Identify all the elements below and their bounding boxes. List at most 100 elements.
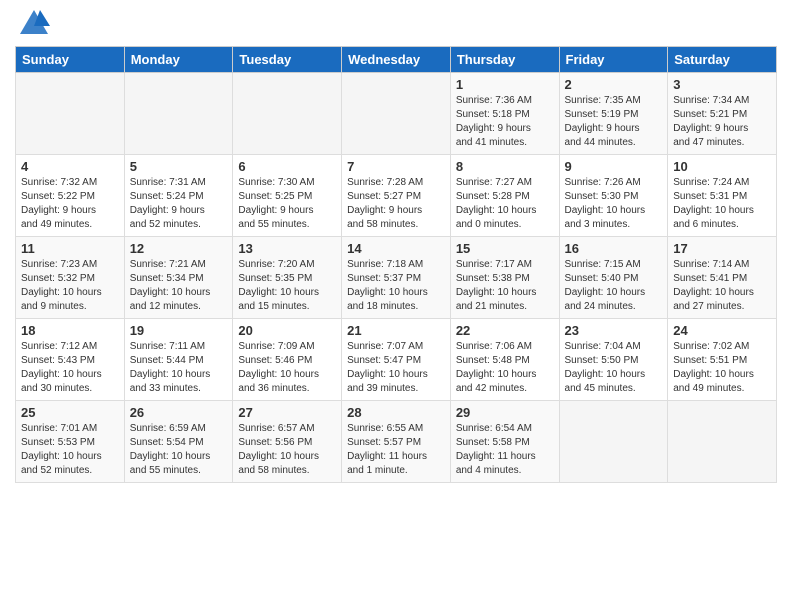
- day-info: Sunrise: 7:27 AM Sunset: 5:28 PM Dayligh…: [456, 176, 554, 232]
- day-number: 5: [130, 159, 228, 174]
- day-info: Sunrise: 7:04 AM Sunset: 5:50 PM Dayligh…: [565, 340, 663, 396]
- calendar-cell: 26 Sunrise: 6:59 AM Sunset: 5:54 PM Dayli…: [124, 401, 233, 483]
- calendar-cell: 13 Sunrise: 7:20 AM Sunset: 5:35 PM Dayli…: [233, 237, 342, 319]
- day-number: 4: [21, 159, 119, 174]
- logo-icon: [18, 6, 50, 38]
- day-info: Sunrise: 7:14 AM Sunset: 5:41 PM Dayligh…: [673, 258, 771, 314]
- day-number: 10: [673, 159, 771, 174]
- day-info: Sunrise: 7:17 AM Sunset: 5:38 PM Dayligh…: [456, 258, 554, 314]
- day-number: 24: [673, 323, 771, 338]
- day-info: Sunrise: 7:18 AM Sunset: 5:37 PM Dayligh…: [347, 258, 445, 314]
- header-section: [15, 10, 777, 38]
- calendar-cell: 16 Sunrise: 7:15 AM Sunset: 5:40 PM Dayli…: [559, 237, 668, 319]
- day-number: 8: [456, 159, 554, 174]
- calendar-cell: 17 Sunrise: 7:14 AM Sunset: 5:41 PM Dayli…: [668, 237, 777, 319]
- day-info: Sunrise: 7:28 AM Sunset: 5:27 PM Dayligh…: [347, 176, 445, 232]
- calendar-table: SundayMondayTuesdayWednesdayThursdayFrid…: [15, 46, 777, 483]
- day-number: 28: [347, 405, 445, 420]
- day-header-monday: Monday: [124, 47, 233, 73]
- calendar-cell: 21 Sunrise: 7:07 AM Sunset: 5:47 PM Dayli…: [342, 319, 451, 401]
- calendar-cell: 18 Sunrise: 7:12 AM Sunset: 5:43 PM Dayli…: [16, 319, 125, 401]
- day-number: 3: [673, 77, 771, 92]
- week-row-2: 4 Sunrise: 7:32 AM Sunset: 5:22 PM Daylig…: [16, 155, 777, 237]
- day-info: Sunrise: 7:23 AM Sunset: 5:32 PM Dayligh…: [21, 258, 119, 314]
- day-info: Sunrise: 7:35 AM Sunset: 5:19 PM Dayligh…: [565, 94, 663, 150]
- day-info: Sunrise: 6:59 AM Sunset: 5:54 PM Dayligh…: [130, 422, 228, 478]
- calendar-cell: 20 Sunrise: 7:09 AM Sunset: 5:46 PM Dayli…: [233, 319, 342, 401]
- day-number: 27: [238, 405, 336, 420]
- day-info: Sunrise: 7:21 AM Sunset: 5:34 PM Dayligh…: [130, 258, 228, 314]
- day-number: 25: [21, 405, 119, 420]
- day-header-saturday: Saturday: [668, 47, 777, 73]
- day-info: Sunrise: 7:32 AM Sunset: 5:22 PM Dayligh…: [21, 176, 119, 232]
- day-number: 19: [130, 323, 228, 338]
- day-number: 7: [347, 159, 445, 174]
- calendar-cell: [16, 73, 125, 155]
- calendar-cell: 2 Sunrise: 7:35 AM Sunset: 5:19 PM Daylig…: [559, 73, 668, 155]
- day-info: Sunrise: 6:57 AM Sunset: 5:56 PM Dayligh…: [238, 422, 336, 478]
- day-info: Sunrise: 7:34 AM Sunset: 5:21 PM Dayligh…: [673, 94, 771, 150]
- day-number: 26: [130, 405, 228, 420]
- calendar-cell: 23 Sunrise: 7:04 AM Sunset: 5:50 PM Dayli…: [559, 319, 668, 401]
- day-header-wednesday: Wednesday: [342, 47, 451, 73]
- day-number: 2: [565, 77, 663, 92]
- day-info: Sunrise: 7:24 AM Sunset: 5:31 PM Dayligh…: [673, 176, 771, 232]
- calendar-cell: 19Sunrise: 7:11 AM Sunset: 5:44 PM Dayli…: [124, 319, 233, 401]
- day-number: 14: [347, 241, 445, 256]
- day-number: 12: [130, 241, 228, 256]
- day-info: Sunrise: 7:12 AM Sunset: 5:43 PM Dayligh…: [21, 340, 119, 396]
- calendar-cell: [668, 401, 777, 483]
- day-info: Sunrise: 7:31 AM Sunset: 5:24 PM Dayligh…: [130, 176, 228, 232]
- calendar-cell: 4 Sunrise: 7:32 AM Sunset: 5:22 PM Daylig…: [16, 155, 125, 237]
- calendar-cell: 15 Sunrise: 7:17 AM Sunset: 5:38 PM Dayli…: [450, 237, 559, 319]
- day-number: 13: [238, 241, 336, 256]
- calendar-cell: 8 Sunrise: 7:27 AM Sunset: 5:28 PM Daylig…: [450, 155, 559, 237]
- day-number: 20: [238, 323, 336, 338]
- calendar-cell: [124, 73, 233, 155]
- calendar-cell: [559, 401, 668, 483]
- calendar-cell: 3 Sunrise: 7:34 AM Sunset: 5:21 PM Daylig…: [668, 73, 777, 155]
- day-info: Sunrise: 7:07 AM Sunset: 5:47 PM Dayligh…: [347, 340, 445, 396]
- day-number: 17: [673, 241, 771, 256]
- day-number: 21: [347, 323, 445, 338]
- day-info: Sunrise: 7:15 AM Sunset: 5:40 PM Dayligh…: [565, 258, 663, 314]
- day-header-friday: Friday: [559, 47, 668, 73]
- day-info: Sunrise: 7:30 AM Sunset: 5:25 PM Dayligh…: [238, 176, 336, 232]
- day-info: Sunrise: 7:36 AM Sunset: 5:18 PM Dayligh…: [456, 94, 554, 150]
- day-number: 16: [565, 241, 663, 256]
- day-number: 15: [456, 241, 554, 256]
- calendar-cell: [342, 73, 451, 155]
- day-header-thursday: Thursday: [450, 47, 559, 73]
- calendar-cell: 25 Sunrise: 7:01 AM Sunset: 5:53 PM Dayli…: [16, 401, 125, 483]
- day-number: 18: [21, 323, 119, 338]
- calendar-cell: 14 Sunrise: 7:18 AM Sunset: 5:37 PM Dayli…: [342, 237, 451, 319]
- calendar-container: SundayMondayTuesdayWednesdayThursdayFrid…: [0, 0, 792, 493]
- calendar-cell: 24 Sunrise: 7:02 AM Sunset: 5:51 PM Dayli…: [668, 319, 777, 401]
- day-info: Sunrise: 7:09 AM Sunset: 5:46 PM Dayligh…: [238, 340, 336, 396]
- day-number: 9: [565, 159, 663, 174]
- day-info: Sunrise: 7:26 AM Sunset: 5:30 PM Dayligh…: [565, 176, 663, 232]
- week-row-3: 11Sunrise: 7:23 AM Sunset: 5:32 PM Dayli…: [16, 237, 777, 319]
- header-row: SundayMondayTuesdayWednesdayThursdayFrid…: [16, 47, 777, 73]
- week-row-5: 25 Sunrise: 7:01 AM Sunset: 5:53 PM Dayli…: [16, 401, 777, 483]
- day-info: Sunrise: 7:06 AM Sunset: 5:48 PM Dayligh…: [456, 340, 554, 396]
- day-info: Sunrise: 7:01 AM Sunset: 5:53 PM Dayligh…: [21, 422, 119, 478]
- day-number: 6: [238, 159, 336, 174]
- day-header-sunday: Sunday: [16, 47, 125, 73]
- calendar-cell: [233, 73, 342, 155]
- calendar-cell: 12 Sunrise: 7:21 AM Sunset: 5:34 PM Dayli…: [124, 237, 233, 319]
- day-info: Sunrise: 6:54 AM Sunset: 5:58 PM Dayligh…: [456, 422, 554, 478]
- day-number: 23: [565, 323, 663, 338]
- day-number: 1: [456, 77, 554, 92]
- day-info: Sunrise: 6:55 AM Sunset: 5:57 PM Dayligh…: [347, 422, 445, 478]
- calendar-cell: 7 Sunrise: 7:28 AM Sunset: 5:27 PM Daylig…: [342, 155, 451, 237]
- calendar-cell: 11Sunrise: 7:23 AM Sunset: 5:32 PM Dayli…: [16, 237, 125, 319]
- calendar-cell: 5 Sunrise: 7:31 AM Sunset: 5:24 PM Daylig…: [124, 155, 233, 237]
- calendar-cell: 1 Sunrise: 7:36 AM Sunset: 5:18 PM Daylig…: [450, 73, 559, 155]
- day-info: Sunrise: 7:20 AM Sunset: 5:35 PM Dayligh…: [238, 258, 336, 314]
- calendar-cell: 28 Sunrise: 6:55 AM Sunset: 5:57 PM Dayli…: [342, 401, 451, 483]
- calendar-cell: 6 Sunrise: 7:30 AM Sunset: 5:25 PM Daylig…: [233, 155, 342, 237]
- calendar-cell: 10 Sunrise: 7:24 AM Sunset: 5:31 PM Dayli…: [668, 155, 777, 237]
- calendar-cell: 29Sunrise: 6:54 AM Sunset: 5:58 PM Dayli…: [450, 401, 559, 483]
- day-info: Sunrise: 7:02 AM Sunset: 5:51 PM Dayligh…: [673, 340, 771, 396]
